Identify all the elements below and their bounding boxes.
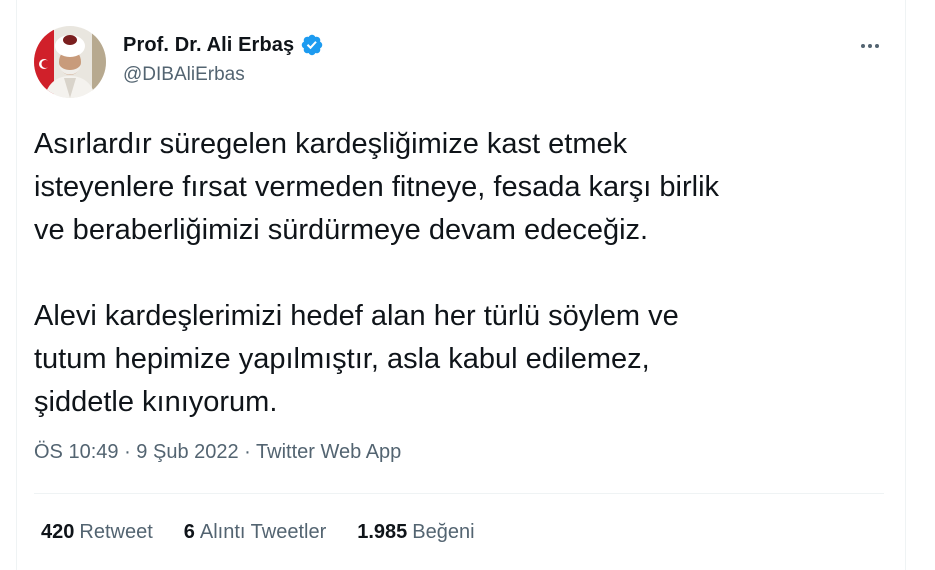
engagement-stats: 420 Retweet 6 Alıntı Tweetler 1.985 Beğeni: [41, 521, 475, 544]
avatar[interactable]: [34, 26, 106, 98]
quotes-count: 6: [183, 521, 195, 543]
meta-separator: ·: [118, 441, 137, 463]
author-handle[interactable]: @DIBAliErbas: [123, 64, 245, 86]
tweet-date[interactable]: 9 Şub 2022: [136, 441, 238, 463]
author-name-row: Prof. Dr. Ali Erbaş: [123, 33, 324, 57]
retweets-count: 420: [41, 521, 75, 543]
author-name[interactable]: Prof. Dr. Ali Erbaş: [123, 34, 294, 57]
retweets-label: Retweet: [79, 521, 153, 543]
meta-separator: ·: [238, 441, 257, 463]
tweet-paragraph: Alevi kardeşlerimizi hedef alan her türl…: [34, 300, 679, 418]
divider: [34, 493, 884, 494]
tweet-time[interactable]: ÖS 10:49: [34, 441, 119, 463]
tweet-paragraph: Asırlardır süregelen kardeşliğimize kast…: [34, 128, 720, 246]
quotes-label: Alıntı Tweetler: [199, 521, 327, 543]
likes-label: Beğeni: [412, 521, 475, 543]
tweet-text: Asırlardır süregelen kardeşliğimize kast…: [34, 123, 884, 424]
likes-stat[interactable]: 1.985 Beğeni: [357, 521, 474, 544]
tweet-source[interactable]: Twitter Web App: [256, 441, 401, 463]
verified-badge-icon: [300, 33, 324, 57]
tweet-meta: ÖS 10:49 · 9 Şub 2022 · Twitter Web App: [34, 441, 401, 464]
avatar-image: [34, 26, 106, 98]
more-horizontal-icon: [861, 44, 879, 48]
retweets-stat[interactable]: 420 Retweet: [41, 521, 153, 544]
likes-count: 1.985: [357, 521, 408, 543]
quote-tweets-stat[interactable]: 6 Alıntı Tweetler: [184, 521, 326, 544]
tweet-card: Prof. Dr. Ali Erbaş @DIBAliErbas Asırlar…: [16, 0, 906, 570]
more-options-button[interactable]: [852, 30, 888, 62]
